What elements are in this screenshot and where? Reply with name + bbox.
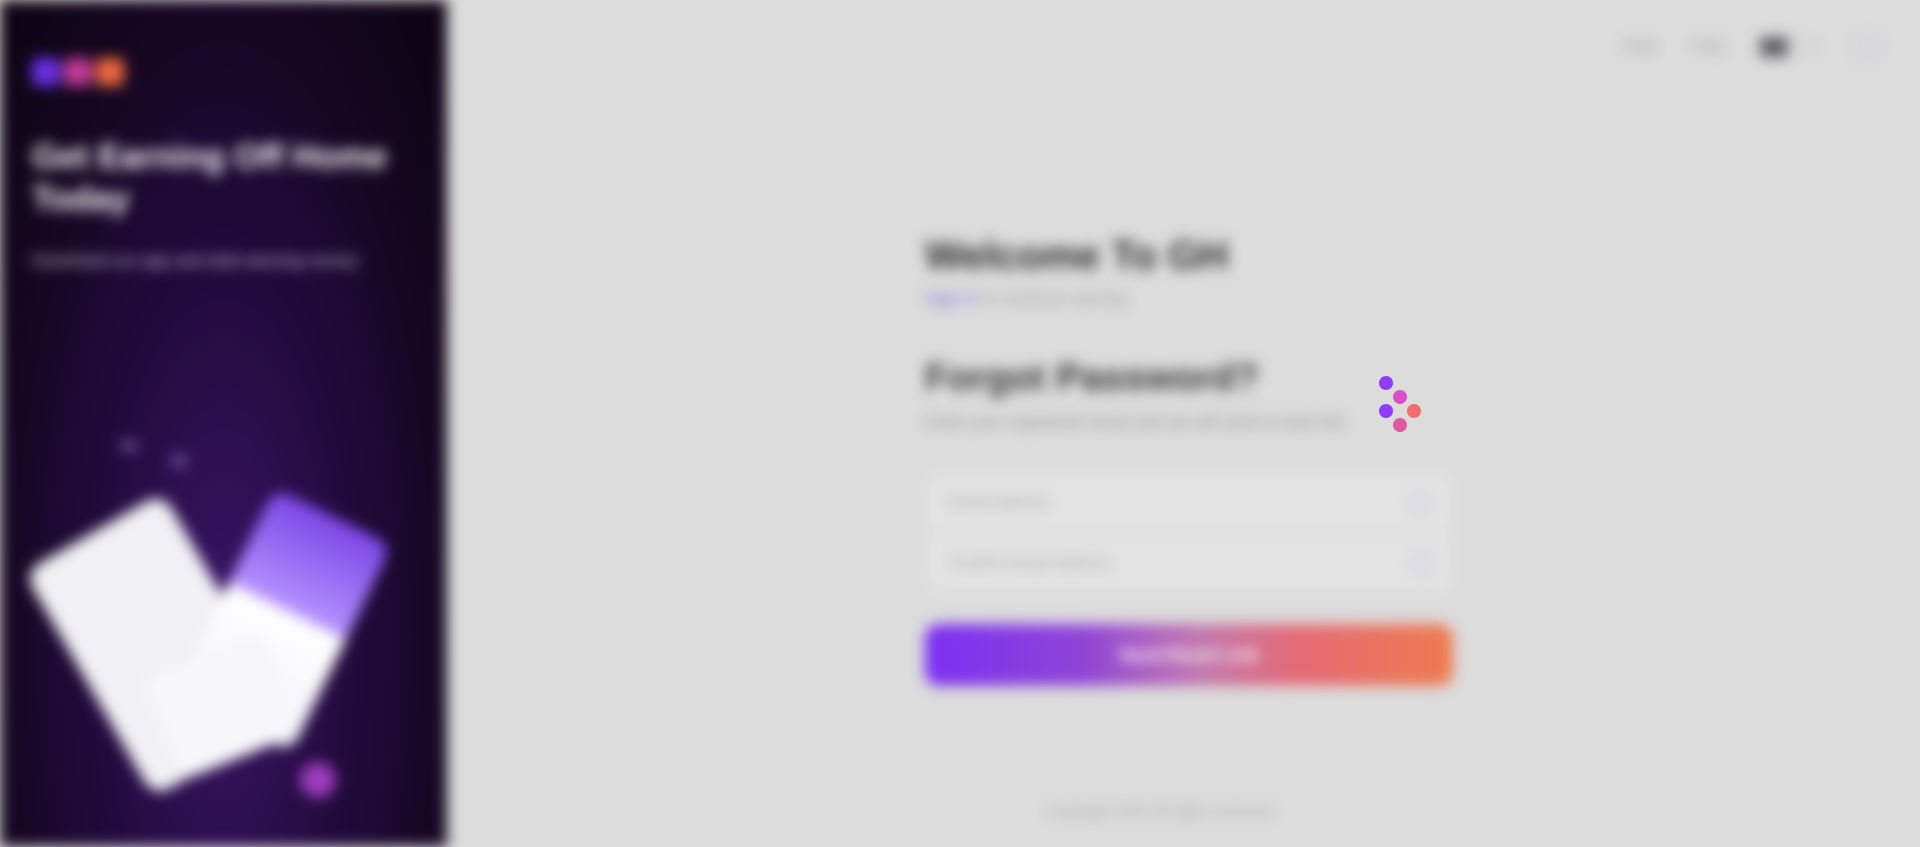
email-placeholder: Email Address — [948, 494, 1051, 511]
submit-button[interactable]: Send Reset Link — [925, 624, 1453, 686]
faq-link[interactable]: FAQ — [1692, 38, 1724, 56]
sparkle-icon — [120, 440, 138, 452]
confirm-email-field[interactable]: Confirm Email Address — [926, 533, 1454, 593]
help-link[interactable]: Help — [1623, 38, 1656, 56]
top-nav: Help FAQ EN — [1623, 34, 1880, 60]
forgot-password-form: Welcome To GH Sign in to continue earnin… — [925, 234, 1455, 686]
spinner-dot — [1393, 418, 1407, 432]
sign-in-link[interactable]: Sign in — [925, 289, 977, 308]
spinner-dot — [1407, 404, 1421, 418]
mail-icon — [1410, 552, 1432, 575]
forgot-password-description: Enter your registered email and we will … — [925, 412, 1346, 431]
blurred-content: Help FAQ EN Welcome To GH Sign in to con… — [447, 0, 1920, 847]
welcome-subtitle: Sign in to continue earning — [925, 289, 1455, 309]
flag-icon — [1759, 37, 1788, 57]
promo-panel: Get Earning Off Home Today Download our … — [0, 0, 447, 847]
spinner-dot — [1379, 376, 1393, 390]
welcome-subtitle-text: to continue earning — [981, 289, 1127, 308]
language-selector[interactable]: EN — [1759, 37, 1818, 57]
mail-icon — [1410, 492, 1432, 514]
language-label: EN — [1795, 38, 1818, 55]
footer-note: Copyright 2024 All rights reserved — [1047, 803, 1273, 820]
email-field[interactable]: Email Address — [926, 473, 1454, 533]
promo-subline: Download our app and start earning money — [32, 251, 359, 270]
page-layout: Get Earning Off Home Today Download our … — [0, 0, 1920, 847]
brand-logo[interactable] — [32, 52, 157, 92]
spinner-dot — [1379, 404, 1393, 418]
glow-decoration — [300, 762, 336, 798]
loading-spinner-icon — [1379, 376, 1429, 432]
forgot-password-title: Forgot Password? — [925, 357, 1259, 399]
logo-mark-3 — [96, 58, 124, 86]
confirm-email-placeholder: Confirm Email Address — [948, 554, 1111, 572]
input-group: Email Address Confirm Email Address — [925, 472, 1455, 594]
sparkle-icon — [170, 455, 188, 467]
toggle-icon[interactable] — [1854, 34, 1880, 60]
promo-tagline: Get Earning Off Home Today — [32, 138, 388, 218]
auth-panel: Help FAQ EN Welcome To GH Sign in to con… — [447, 0, 1920, 847]
logo-mark-1 — [32, 58, 60, 86]
welcome-title: Welcome To GH — [925, 234, 1229, 278]
spinner-dot — [1393, 390, 1407, 404]
logo-mark-2 — [64, 58, 92, 86]
